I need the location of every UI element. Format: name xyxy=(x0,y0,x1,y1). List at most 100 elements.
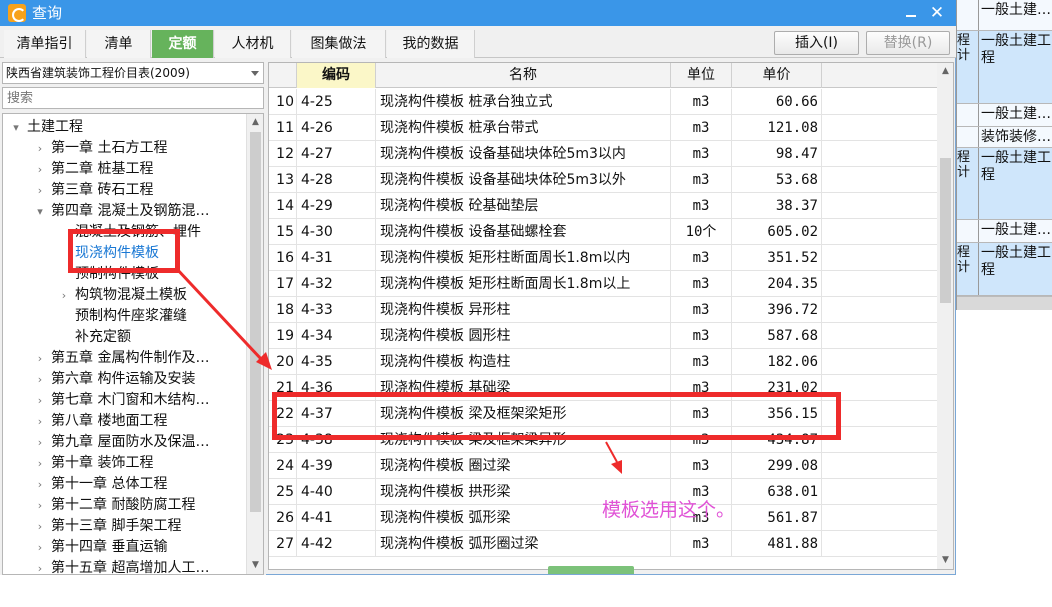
table-row[interactable]: 18 4-33 现浇构件模板 异形柱 m3 396.72 xyxy=(269,297,937,323)
tree-item[interactable]: › 第五章 金属构件制作及… xyxy=(38,348,210,369)
tab-quota[interactable]: 定额 xyxy=(152,30,214,58)
tree-item[interactable]: › 第八章 楼地面工程 xyxy=(38,411,168,432)
expand-arrow-icon[interactable]: ▾ xyxy=(33,201,47,222)
title-bar[interactable]: 查询 ✕ xyxy=(0,0,956,26)
tree-item[interactable]: › 第十二章 耐酸防腐工程 xyxy=(38,495,196,516)
tree-item[interactable]: › 第三章 砖石工程 xyxy=(38,180,154,201)
tree-item[interactable]: › 第十五章 超高增加人工… xyxy=(38,558,210,574)
tree-item[interactable]: › 第六章 构件运输及安装 xyxy=(38,369,196,390)
row-price: 60.66 xyxy=(732,89,822,115)
collapse-arrow-icon[interactable]: › xyxy=(33,453,47,474)
tree-item[interactable]: › 第二章 桩基工程 xyxy=(38,159,154,180)
collapse-arrow-icon[interactable]: › xyxy=(33,180,47,201)
grid-scroll-thumb[interactable] xyxy=(940,158,951,303)
minimize-button[interactable] xyxy=(900,2,922,24)
tree-item[interactable]: › 第十三章 脚手架工程 xyxy=(38,516,182,537)
search-input[interactable] xyxy=(2,87,264,109)
row-index: 20 xyxy=(269,349,297,375)
expand-arrow-icon[interactable]: ▾ xyxy=(9,117,23,138)
row-price: 481.88 xyxy=(732,531,822,557)
scroll-up-icon[interactable]: ▲ xyxy=(937,63,953,80)
table-row[interactable]: 16 4-31 现浇构件模板 矩形柱断面周长1.8m以内 m3 351.52 xyxy=(269,245,937,271)
tree-item[interactable]: 预制构件座浆灌缝 xyxy=(75,306,187,327)
tab-labor-material[interactable]: 人材机 xyxy=(215,30,291,58)
background-cell: 一般土建工程 xyxy=(979,148,1052,219)
row-price: 299.08 xyxy=(732,453,822,479)
collapse-arrow-icon[interactable]: › xyxy=(33,390,47,411)
table-row[interactable]: 20 4-35 现浇构件模板 构造柱 m3 182.06 xyxy=(269,349,937,375)
collapse-arrow-icon[interactable]: › xyxy=(33,474,47,495)
row-code: 4-33 xyxy=(297,297,376,323)
replace-button[interactable]: 替换(R) xyxy=(866,31,950,55)
tree-item-label: 补充定额 xyxy=(75,329,131,345)
grid-scrollbar[interactable]: ▲ ▼ xyxy=(937,63,953,569)
header-unit[interactable]: 单位 xyxy=(671,63,732,88)
collapse-arrow-icon[interactable]: › xyxy=(33,159,47,180)
row-name: 现浇构件模板 设备基础块体砼5m3以内 xyxy=(376,141,671,167)
background-cell: 一般土建工程 xyxy=(979,243,1052,295)
library-select[interactable]: 陕西省建筑装饰工程价目表(2009) xyxy=(2,62,264,84)
table-row[interactable]: 10 4-25 现浇构件模板 桩承台独立式 m3 60.66 xyxy=(269,89,937,115)
table-row[interactable]: 15 4-30 现浇构件模板 设备基础螺栓套 10个 605.02 xyxy=(269,219,937,245)
tab-atlas-practice[interactable]: 图集做法 xyxy=(292,30,386,58)
collapse-arrow-icon[interactable]: › xyxy=(33,432,47,453)
collapse-arrow-icon[interactable]: › xyxy=(33,537,47,558)
tab-bill[interactable]: 清单 xyxy=(87,30,151,58)
collapse-arrow-icon[interactable]: › xyxy=(33,369,47,390)
splitter-handle[interactable] xyxy=(548,566,634,574)
table-row[interactable]: 13 4-28 现浇构件模板 设备基础块体砼5m3以外 m3 53.68 xyxy=(269,167,937,193)
table-row[interactable]: 27 4-42 现浇构件模板 弧形圈过梁 m3 481.88 xyxy=(269,531,937,557)
tree-item[interactable]: › 第九章 屋面防水及保温… xyxy=(38,432,210,453)
row-unit: m3 xyxy=(671,323,732,349)
tab-bill-guide[interactable]: 清单指引 xyxy=(4,30,86,58)
tree-item[interactable]: › 第一章 土石方工程 xyxy=(38,138,168,159)
row-index: 19 xyxy=(269,323,297,349)
row-code: 4-34 xyxy=(297,323,376,349)
header-name[interactable]: 名称 xyxy=(376,63,671,88)
collapse-arrow-icon[interactable]: › xyxy=(33,411,47,432)
table-row[interactable]: 17 4-32 现浇构件模板 矩形柱断面周长1.8m以上 m3 204.35 xyxy=(269,271,937,297)
collapse-arrow-icon[interactable]: › xyxy=(33,495,47,516)
collapse-arrow-icon[interactable]: › xyxy=(33,516,47,537)
row-code: 4-28 xyxy=(297,167,376,193)
table-row[interactable]: 24 4-39 现浇构件模板 圈过梁 m3 299.08 xyxy=(269,453,937,479)
tree-scroll-thumb[interactable] xyxy=(250,132,261,512)
tree-item[interactable]: 补充定额 xyxy=(75,327,131,348)
header-code[interactable]: 编码 xyxy=(297,63,376,88)
row-name: 现浇构件模板 圆形柱 xyxy=(376,323,671,349)
scroll-down-icon[interactable]: ▼ xyxy=(247,557,263,574)
tab-my-data[interactable]: 我的数据 xyxy=(387,30,475,58)
table-row[interactable]: 14 4-29 现浇构件模板 砼基础垫层 m3 38.37 xyxy=(269,193,937,219)
table-row[interactable]: 11 4-26 现浇构件模板 桩承台带式 m3 121.08 xyxy=(269,115,937,141)
row-index: 16 xyxy=(269,245,297,271)
collapse-arrow-icon[interactable]: › xyxy=(57,285,71,306)
tree-item[interactable]: › 第十章 装饰工程 xyxy=(38,453,154,474)
tree-item[interactable]: ▾ 第四章 混凝土及钢筋混… xyxy=(37,201,209,222)
tree-scrollbar[interactable]: ▲ ▼ xyxy=(246,114,263,574)
scroll-down-icon[interactable]: ▼ xyxy=(937,552,953,569)
tree-item[interactable]: › 第十四章 垂直运输 xyxy=(38,537,168,558)
background-row: 程计 一般土建工程 xyxy=(957,243,1052,296)
highlight-box-tree-item xyxy=(68,229,180,273)
table-row[interactable]: 19 4-34 现浇构件模板 圆形柱 m3 587.68 xyxy=(269,323,937,349)
header-price[interactable]: 单价 xyxy=(732,63,822,88)
row-index: 24 xyxy=(269,453,297,479)
row-name: 现浇构件模板 设备基础块体砼5m3以外 xyxy=(376,167,671,193)
tree-item[interactable]: › 构筑物混凝土模板 xyxy=(62,285,187,306)
table-row[interactable]: 12 4-27 现浇构件模板 设备基础块体砼5m3以内 m3 98.47 xyxy=(269,141,937,167)
close-button[interactable]: ✕ xyxy=(926,2,948,24)
collapse-arrow-icon[interactable]: › xyxy=(33,138,47,159)
row-price: 53.68 xyxy=(732,167,822,193)
scroll-up-icon[interactable]: ▲ xyxy=(247,114,263,131)
tree-item[interactable]: ▾ 土建工程 xyxy=(13,117,83,138)
background-cell: 程计 xyxy=(957,243,979,295)
row-unit: m3 xyxy=(671,167,732,193)
tree-item[interactable]: › 第十一章 总体工程 xyxy=(38,474,168,495)
insert-button[interactable]: 插入(I) xyxy=(774,31,859,55)
tree-item[interactable]: › 第七章 木门窗和木结构… xyxy=(38,390,210,411)
row-index: 17 xyxy=(269,271,297,297)
row-index: 14 xyxy=(269,193,297,219)
collapse-arrow-icon[interactable]: › xyxy=(33,558,47,574)
row-code: 4-25 xyxy=(297,89,376,115)
collapse-arrow-icon[interactable]: › xyxy=(33,348,47,369)
